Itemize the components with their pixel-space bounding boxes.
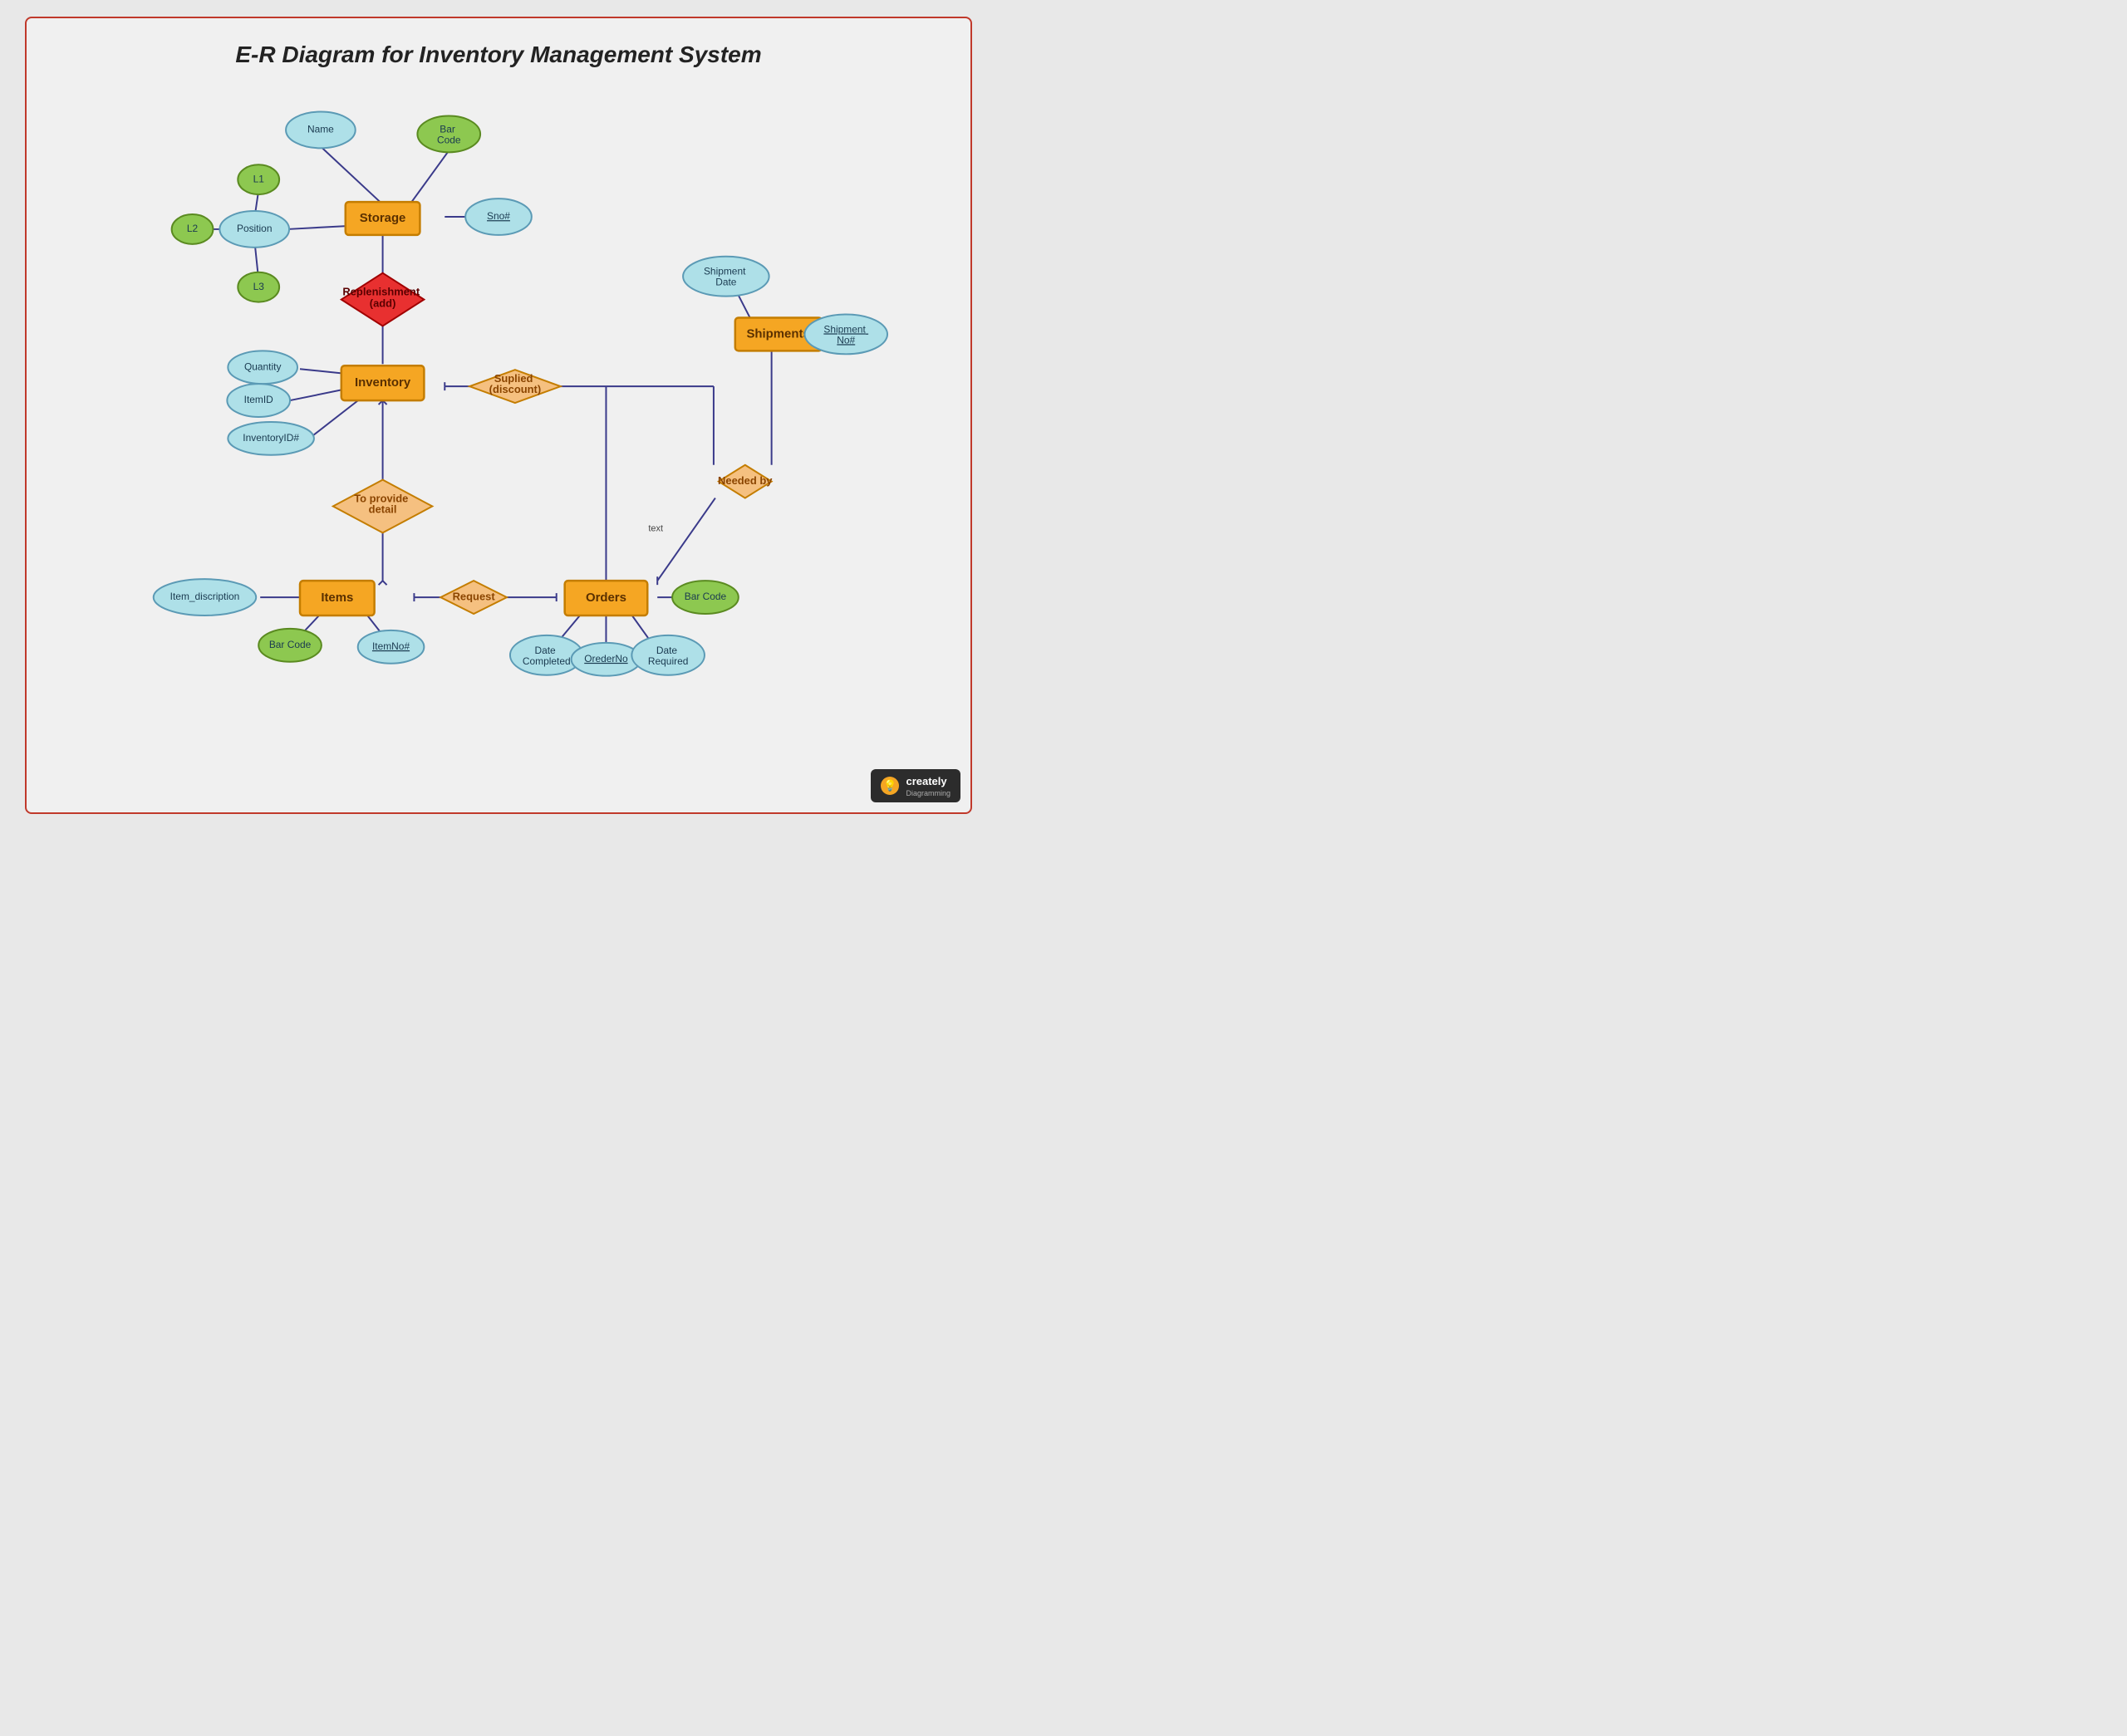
attr-itemdesc-label: Item_discription bbox=[170, 591, 240, 602]
er-diagram-svg: text Storage Inventory Items bbox=[27, 18, 970, 812]
attr-sno-label: Sno# bbox=[487, 210, 510, 222]
line-inv-inventoryid bbox=[312, 395, 365, 436]
crow6 bbox=[383, 581, 387, 585]
attr-itemno-label: ItemNo# bbox=[372, 640, 410, 652]
attr-l1-label: L1 bbox=[253, 173, 265, 184]
line-orders-neededby bbox=[657, 498, 715, 581]
creately-logo-icon: 💡 bbox=[881, 777, 899, 795]
creately-logo: 💡 creately Diagramming bbox=[871, 769, 960, 802]
diagram-container: E-R Diagram for Inventory Management Sys… bbox=[25, 17, 972, 814]
attr-l2-label: L2 bbox=[187, 223, 199, 234]
line-storage-name bbox=[321, 146, 383, 204]
entity-orders-label: Orders bbox=[586, 591, 626, 605]
entity-inventory-label: Inventory bbox=[355, 375, 411, 390]
rel-neededby-label: Needed by bbox=[718, 474, 773, 487]
entity-shipments-label: Shipments bbox=[746, 326, 809, 341]
attr-barcode1-label: Bar Code bbox=[437, 124, 461, 146]
attr-itemid-label: ItemID bbox=[244, 394, 274, 405]
rel-request-label: Request bbox=[453, 591, 496, 603]
attr-position-label: Position bbox=[237, 223, 272, 234]
attr-barcode3-label: Bar Code bbox=[269, 639, 312, 650]
crow5 bbox=[379, 581, 383, 585]
line-storage-barcode bbox=[411, 150, 449, 202]
attr-orderno-label: OrederNo bbox=[584, 653, 628, 664]
attr-l3-label: L3 bbox=[253, 281, 265, 292]
creately-logo-text: creately Diagramming bbox=[906, 774, 951, 797]
entity-storage-label: Storage bbox=[360, 211, 406, 225]
attr-barcode4-label: Bar Code bbox=[685, 591, 727, 602]
rel-supplied-label: Suplied (discount) bbox=[489, 373, 542, 396]
attr-name-label: Name bbox=[307, 124, 334, 135]
entity-items-label: Items bbox=[321, 591, 353, 605]
text-label: text bbox=[648, 523, 663, 533]
attr-quantity-label: Quantity bbox=[244, 360, 281, 372]
attr-inventoryid-label: InventoryID# bbox=[243, 432, 299, 444]
